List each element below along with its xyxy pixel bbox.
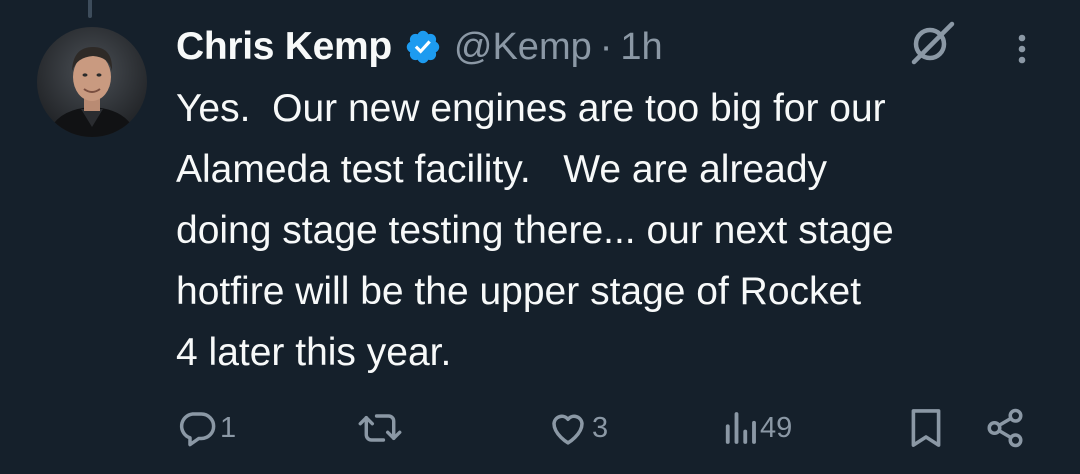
verified-badge-icon <box>404 28 442 66</box>
grok-icon[interactable] <box>902 18 960 68</box>
tweet-timestamp[interactable]: 1h <box>620 26 662 69</box>
views-chart-icon <box>722 407 758 449</box>
bookmark-button[interactable] <box>908 400 944 456</box>
reply-button[interactable]: 1 <box>176 400 236 456</box>
bookmark-icon <box>908 406 944 450</box>
reply-icon <box>176 407 218 449</box>
retweet-icon <box>356 407 404 449</box>
share-button[interactable] <box>984 400 1026 456</box>
reply-count: 1 <box>220 411 237 444</box>
avatar-image <box>37 27 147 137</box>
retweet-button[interactable] <box>356 400 406 456</box>
heart-icon <box>546 407 590 449</box>
avatar[interactable] <box>37 27 147 137</box>
tweet-actions-bar: 1 3 49 <box>0 400 1080 456</box>
share-icon <box>984 407 1026 449</box>
like-button[interactable]: 3 <box>546 400 608 456</box>
views-button[interactable]: 49 <box>722 400 792 456</box>
tweet-header: Chris Kemp @Kemp · 1h <box>176 20 663 74</box>
author-name[interactable]: Chris Kemp <box>176 25 392 69</box>
author-handle[interactable]: @Kemp <box>454 26 592 69</box>
thread-connector-line <box>88 0 92 18</box>
more-vertical-icon[interactable] <box>1012 30 1032 70</box>
like-count: 3 <box>592 411 609 444</box>
tweet[interactable]: Chris Kemp @Kemp · 1h Yes. Our new engin… <box>0 0 1080 474</box>
tweet-text: Yes. Our new engines are too big for our… <box>176 87 894 374</box>
header-separator: · <box>599 25 613 68</box>
views-count: 49 <box>760 411 793 444</box>
